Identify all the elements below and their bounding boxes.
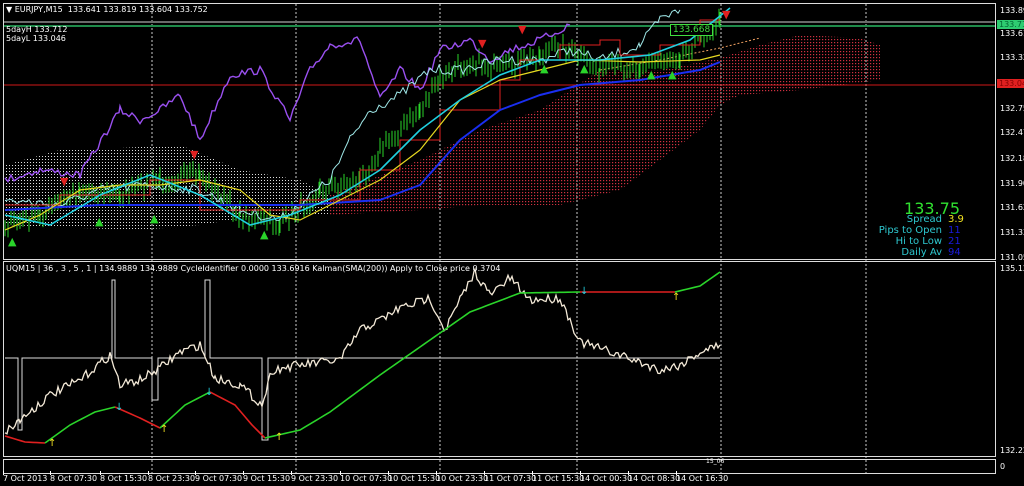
time-axis-label: 9 Oct 07:30	[195, 471, 243, 483]
symbol-label: EURJPY,M15	[14, 5, 63, 14]
symbol-header: ▼ EURJPY,M15 133.641 133.819 133.604 133…	[6, 5, 208, 14]
ohlc-values: 133.641 133.819 133.604 133.752	[67, 5, 208, 14]
info-row: Daily Av 94	[860, 247, 970, 258]
time-axis-label: 9 Oct 15:30	[243, 471, 291, 483]
info-label: Pips to Open	[878, 225, 942, 236]
time-axis-label: 10 Oct 15:30	[388, 471, 441, 483]
info-value: 3.9	[948, 214, 964, 225]
price-axis-label: 131.335	[1000, 228, 1024, 237]
red-price-marker: 133.046	[997, 79, 1024, 88]
time-axis-label: 11 Oct 15:30	[532, 471, 585, 483]
sub-panel-frame	[3, 459, 996, 474]
info-label: Spread	[906, 214, 942, 225]
collapse-triangle-icon[interactable]: ▼	[6, 5, 12, 14]
price-axis-label: 132.185	[1000, 154, 1024, 163]
price-axis-label: 132.755	[1000, 104, 1024, 113]
time-axis-label: 14 Oct 16:30	[676, 471, 729, 483]
green-price-marker: 133.712	[997, 20, 1024, 29]
info-label: Hi to Low	[895, 236, 942, 247]
time-axis-label: 9 Oct 23:30	[291, 471, 339, 483]
time-axis-label: 7 Oct 2013	[3, 471, 48, 483]
main-chart-frame	[3, 3, 996, 260]
info-value: 21	[948, 236, 961, 247]
indicator-axis-top: 135.1203	[1000, 264, 1024, 273]
indicator-frame	[3, 261, 996, 457]
info-row: Spread 3.9	[860, 214, 970, 225]
time-axis-label: 8 Oct 23:30	[148, 471, 196, 483]
time-axis-label: 10 Oct 23:30	[436, 471, 489, 483]
five-day-high-label: 5dayH 133.712	[6, 25, 68, 34]
price-axis-label: 133.325	[1000, 53, 1024, 62]
info-value: 11	[948, 225, 961, 236]
price-axis-label: 132.470	[1000, 128, 1024, 137]
info-label: Daily Av	[901, 247, 942, 258]
indicator-axis-bottom: 132.2293	[1000, 446, 1024, 455]
price-axis-label: 131.050	[1000, 253, 1024, 262]
time-axis-label: 8 Oct 15:30	[100, 471, 148, 483]
info-row: Pips to Open 11	[860, 225, 970, 236]
time-axis-label: 14 Oct 08:30	[628, 471, 681, 483]
price-axis-label: 131.620	[1000, 203, 1024, 212]
price-axis-label: 133.610	[1000, 29, 1024, 38]
five-day-low-label: 5dayL 133.046	[6, 34, 66, 43]
price-axis-label: 131.905	[1000, 179, 1024, 188]
info-row: Hi to Low 21	[860, 236, 970, 247]
time-axis-label: 8 Oct 07:30	[50, 471, 98, 483]
time-axis-label: 10 Oct 07:30	[340, 471, 393, 483]
price-axis-label: 133.895	[1000, 6, 1024, 15]
info-value: 94	[948, 247, 961, 258]
chart-price-tag: 133.668	[670, 24, 714, 36]
sub-panel-axis-value: 0	[1000, 462, 1006, 471]
indicator-label: UQM15 | 36 , 3 , 5 , 1 | 134.9889 134.98…	[6, 264, 501, 273]
time-axis-label: 11 Oct 07:30	[484, 471, 537, 483]
time-axis-label: 14 Oct 00:30	[580, 471, 633, 483]
sub-panel-marker: 15_06	[706, 458, 725, 465]
